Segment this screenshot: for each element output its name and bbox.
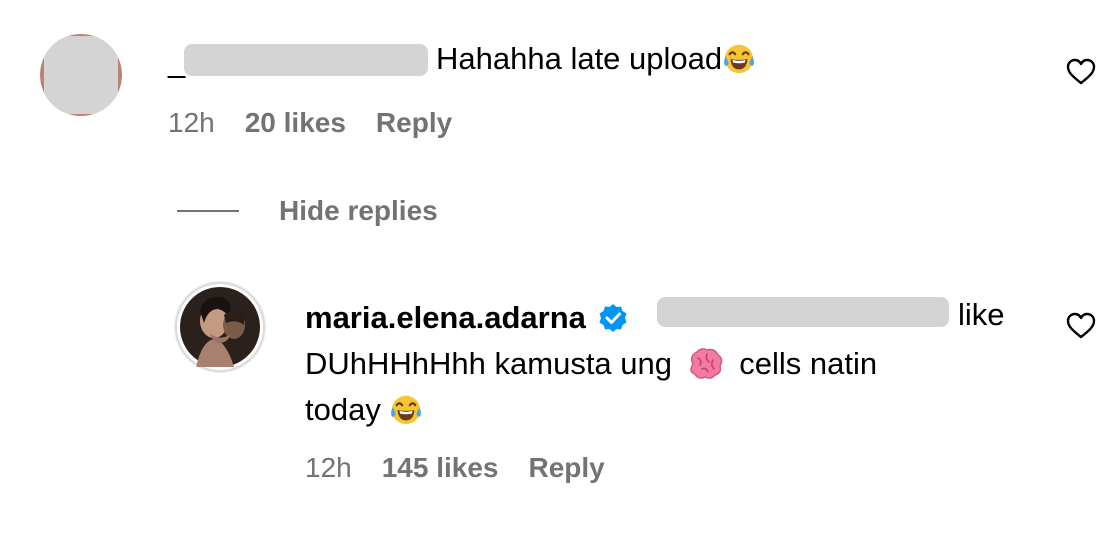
reply-button[interactable]: Reply	[376, 107, 452, 138]
replies-divider-line	[177, 210, 239, 212]
reply-likes-count[interactable]: 145 likes	[382, 452, 499, 483]
reply-text-like: like	[958, 297, 1005, 332]
heart-icon[interactable]	[1066, 58, 1096, 86]
laughing-emoji-icon	[724, 44, 755, 74]
reply-text-part-a: DUhHHhHhh kamusta ung	[305, 346, 673, 381]
verified-badge-icon	[599, 304, 627, 332]
avatar-redaction	[44, 36, 118, 114]
comment-username[interactable]: _	[168, 44, 185, 80]
comment-thread: _ Hahahha late upload 12h 20 likes Reply H…	[0, 0, 1120, 534]
reply-timestamp: 12h	[305, 452, 352, 483]
comment-timestamp: 12h	[168, 107, 215, 138]
comment-text: Hahahha late upload	[436, 41, 756, 77]
username-redaction	[184, 44, 428, 76]
commenter-avatar[interactable]	[40, 34, 122, 116]
heart-icon[interactable]	[1066, 312, 1096, 340]
comment-meta: 12h 20 likes Reply	[168, 107, 452, 139]
reply-line-2: DUhHHhHhh kamusta ung cells natin	[305, 341, 1025, 387]
reply-button[interactable]: Reply	[529, 452, 605, 483]
reply-meta: 12h 145 likes Reply	[305, 452, 605, 484]
reply-text-part-b: cells natin	[739, 346, 878, 381]
comment-likes-count[interactable]: 20 likes	[245, 107, 346, 138]
hide-replies-button[interactable]: Hide replies	[279, 195, 438, 227]
reply-text-part-c: today	[305, 392, 381, 427]
reply-author-avatar[interactable]	[174, 281, 266, 373]
reply-line-3: today	[305, 387, 1025, 433]
mention-redaction	[657, 297, 949, 327]
brain-emoji-icon	[689, 348, 722, 379]
comment-text-body: Hahahha late upload	[436, 41, 723, 76]
avatar-photo-image	[175, 282, 265, 372]
laughing-emoji-icon	[391, 395, 422, 425]
reply-username[interactable]: maria.elena.adarna	[305, 300, 586, 335]
